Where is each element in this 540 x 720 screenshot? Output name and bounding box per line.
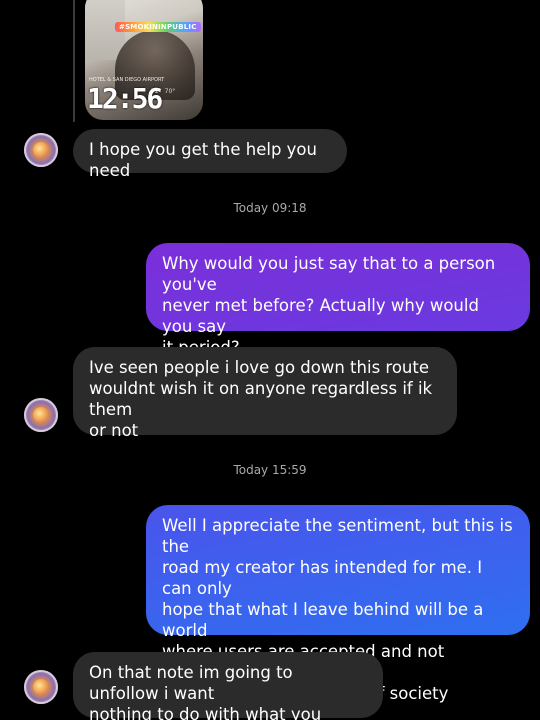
shared-media[interactable]: #SMOKININPUBLIC HOTEL & SAN DIEGO AIRPOR… [73, 0, 204, 122]
message-incoming[interactable]: Ive seen people i love go down this rout… [73, 347, 457, 440]
avatar-image [33, 407, 49, 423]
timestamp: Today 15:59 [233, 463, 307, 477]
message-outgoing[interactable]: Well I appreciate the sentiment, but thi… [146, 505, 530, 703]
message-incoming[interactable]: On that note im going to unfollow i want… [73, 652, 383, 720]
media-stat: 72° [151, 88, 162, 95]
sender-avatar[interactable] [24, 398, 58, 432]
avatar-image [33, 142, 49, 158]
message-incoming[interactable]: I hope you get the help you need [73, 129, 347, 180]
avatar-image [33, 679, 49, 695]
sender-avatar[interactable] [24, 133, 58, 167]
sender-avatar[interactable] [24, 670, 58, 704]
timestamp: Today 09:18 [233, 201, 307, 215]
media-stat: 70° [164, 88, 176, 95]
media-thumbnail[interactable]: #SMOKININPUBLIC HOTEL & SAN DIEGO AIRPOR… [85, 0, 203, 120]
message-thread: #SMOKININPUBLIC HOTEL & SAN DIEGO AIRPOR… [0, 0, 540, 720]
message-outgoing[interactable]: Why would you just say that to a person … [146, 243, 530, 357]
reply-line [73, 0, 75, 122]
media-stats: 72° 70° [151, 88, 199, 106]
media-hashtag: #SMOKININPUBLIC [115, 22, 201, 32]
